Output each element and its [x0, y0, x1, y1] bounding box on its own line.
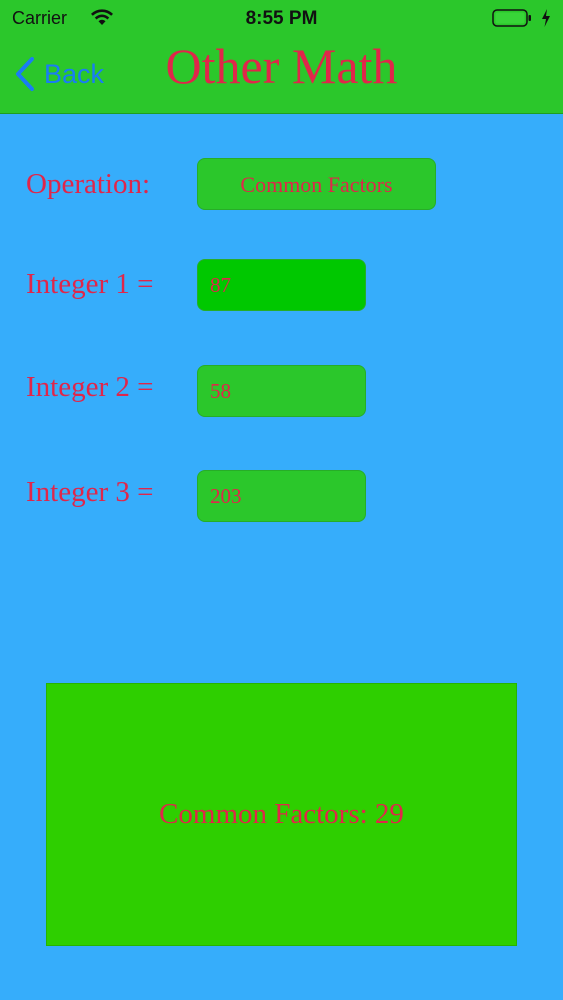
status-bar: Carrier 8:55 PM — [0, 0, 563, 38]
battery-icon — [492, 9, 531, 27]
integer1-label: Integer 1 = — [26, 268, 154, 300]
integer1-field[interactable] — [197, 259, 366, 311]
navigation-bar: Carrier 8:55 PM Back Other Math — [0, 0, 563, 114]
charging-bolt-icon — [542, 9, 550, 27]
integer3-label: Integer 3 = — [26, 476, 154, 508]
integer2-field[interactable] — [197, 365, 366, 417]
page-title: Other Math — [165, 38, 398, 94]
operation-button[interactable]: Common Factors — [197, 158, 436, 210]
integer2-label: Integer 2 = — [26, 371, 154, 403]
clock: 8:55 PM — [245, 8, 318, 29]
integer3-field[interactable] — [197, 470, 366, 522]
result-panel: Common Factors: 29 — [46, 683, 517, 946]
result-text: Common Factors: 29 — [159, 798, 404, 830]
operation-label: Operation: — [26, 168, 151, 200]
